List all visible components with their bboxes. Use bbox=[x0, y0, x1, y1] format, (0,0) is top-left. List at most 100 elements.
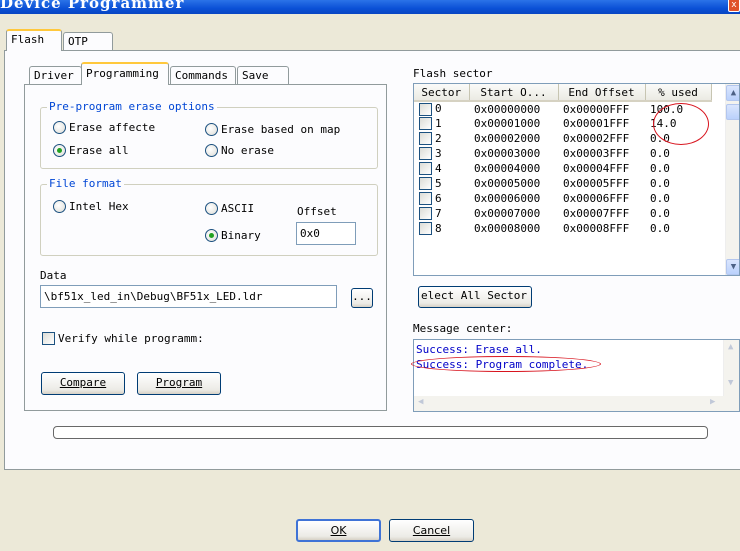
sector-number: 3 bbox=[435, 146, 442, 160]
radio-no-erase[interactable]: No erase bbox=[205, 144, 274, 157]
start-offset-cell: 0x00006000 bbox=[474, 192, 541, 205]
tab-driver[interactable]: Driver bbox=[29, 66, 82, 85]
percent-used-cell: 0.0 bbox=[650, 177, 670, 190]
message-line: Success: Erase all. bbox=[416, 343, 542, 356]
column-header-end-offset[interactable]: End Offset bbox=[558, 84, 646, 102]
start-offset-cell: 0x00005000 bbox=[474, 177, 541, 190]
sector-checkbox[interactable] bbox=[419, 192, 432, 206]
sector-checkbox[interactable] bbox=[419, 132, 432, 146]
tab-otp[interactable]: OTP bbox=[63, 32, 113, 51]
verify-label: Verify while programm: bbox=[58, 332, 204, 345]
table-row[interactable]: 4 0x00004000 0x00004FFF 0.0 bbox=[414, 161, 711, 176]
sector-number: 5 bbox=[435, 176, 442, 190]
start-offset-cell: 0x00008000 bbox=[474, 222, 541, 235]
radio-circle-selected bbox=[53, 144, 66, 157]
sector-checkbox[interactable] bbox=[419, 147, 432, 161]
progress-bar bbox=[53, 426, 708, 439]
sector-number: 1 bbox=[435, 116, 442, 130]
start-offset-cell: 0x00004000 bbox=[474, 162, 541, 175]
radio-circle bbox=[205, 123, 218, 136]
radio-erase-all[interactable]: Erase all bbox=[53, 144, 129, 157]
radio-erase-affected[interactable]: Erase affecte bbox=[53, 121, 155, 134]
sector-checkbox[interactable] bbox=[419, 177, 432, 191]
sector-checkbox[interactable] bbox=[419, 222, 432, 236]
table-row[interactable]: 5 0x00005000 0x00005FFF 0.0 bbox=[414, 176, 711, 191]
message-center-box[interactable]: Success: Erase all. Success: Program com… bbox=[413, 339, 740, 412]
table-row[interactable]: 7 0x00007000 0x00007FFF 0.0 bbox=[414, 206, 711, 221]
radio-circle bbox=[53, 121, 66, 134]
column-header-sector[interactable]: Sector bbox=[414, 84, 470, 102]
sector-number: 6 bbox=[435, 191, 442, 205]
end-offset-cell: 0x00002FFF bbox=[563, 132, 630, 145]
end-offset-cell: 0x00007FFF bbox=[563, 207, 630, 220]
scroll-down-icon[interactable]: ▼ bbox=[726, 259, 739, 275]
flash-sector-label: Flash sector bbox=[413, 67, 493, 80]
scroll-up-icon[interactable]: ▲ bbox=[728, 342, 733, 352]
sector-checkbox[interactable] bbox=[419, 102, 432, 116]
start-offset-cell: 0x00002000 bbox=[474, 132, 541, 145]
radio-intel-hex[interactable]: Intel Hex bbox=[53, 200, 129, 213]
offset-input[interactable]: 0x0 bbox=[296, 222, 356, 245]
end-offset-cell: 0x00005FFF bbox=[563, 177, 630, 190]
radio-binary[interactable]: Binary bbox=[205, 229, 261, 242]
sector-checkbox[interactable] bbox=[419, 162, 432, 176]
sector-number: 8 bbox=[435, 221, 442, 235]
sector-number: 0 bbox=[435, 102, 442, 116]
sector-checkbox[interactable] bbox=[419, 207, 432, 221]
percent-used-cell: 0.0 bbox=[650, 222, 670, 235]
start-offset-cell: 0x00003000 bbox=[474, 147, 541, 160]
column-header-percent-used[interactable]: % used bbox=[645, 84, 712, 102]
sector-number: 7 bbox=[435, 206, 442, 220]
flash-sector-scrollbar[interactable]: ▲ ▼ bbox=[725, 84, 739, 275]
annotation-circle-used bbox=[653, 103, 709, 145]
table-row[interactable]: 8 0x00008000 0x00008FFF 0.0 bbox=[414, 221, 711, 236]
ok-button[interactable]: OK bbox=[296, 519, 381, 542]
tab-commands[interactable]: Commands bbox=[170, 66, 236, 85]
browse-button[interactable]: ... bbox=[351, 288, 373, 308]
cancel-button[interactable]: Cancel bbox=[389, 519, 474, 542]
end-offset-cell: 0x00006FFF bbox=[563, 192, 630, 205]
scroll-thumb[interactable] bbox=[726, 104, 739, 120]
file-format-legend: File format bbox=[47, 177, 124, 190]
sector-checkbox[interactable] bbox=[419, 117, 432, 131]
column-header-start-offset[interactable]: Start O... bbox=[469, 84, 559, 102]
percent-used-cell: 0.0 bbox=[650, 147, 670, 160]
scroll-down-icon[interactable]: ▼ bbox=[728, 378, 733, 388]
table-row[interactable]: 6 0x00006000 0x00006FFF 0.0 bbox=[414, 191, 711, 206]
end-offset-cell: 0x00008FFF bbox=[563, 222, 630, 235]
verify-checkbox[interactable]: Verify while programm: bbox=[42, 332, 204, 345]
sector-number: 4 bbox=[435, 161, 442, 175]
program-button[interactable]: Program bbox=[137, 372, 221, 395]
close-icon[interactable]: x bbox=[728, 0, 740, 12]
percent-used-cell: 0.0 bbox=[650, 207, 670, 220]
start-offset-cell: 0x00007000 bbox=[474, 207, 541, 220]
annotation-circle-message bbox=[411, 356, 601, 372]
title-bar: Device Programmer x bbox=[0, 0, 740, 14]
end-offset-cell: 0x00001FFF bbox=[563, 117, 630, 130]
checkbox-box bbox=[42, 332, 55, 345]
percent-used-cell: 0.0 bbox=[650, 192, 670, 205]
data-path-input[interactable]: \bf51x_led_in\Debug\BF51x_LED.ldr bbox=[40, 285, 337, 308]
preprogram-erase-group: Pre-program erase options bbox=[40, 100, 378, 169]
radio-erase-based-on-map[interactable]: Erase based on map bbox=[205, 123, 340, 136]
scroll-right-icon[interactable]: ▶ bbox=[710, 397, 715, 407]
end-offset-cell: 0x00003FFF bbox=[563, 147, 630, 160]
message-hscrollbar[interactable]: ◀ ▶ bbox=[414, 396, 739, 411]
radio-circle bbox=[205, 144, 218, 157]
compare-button[interactable]: Compare bbox=[41, 372, 125, 395]
preprogram-erase-legend: Pre-program erase options bbox=[47, 100, 217, 113]
radio-circle-selected bbox=[205, 229, 218, 242]
table-row[interactable]: 3 0x00003000 0x00003FFF 0.0 bbox=[414, 146, 711, 161]
scroll-left-icon[interactable]: ◀ bbox=[418, 397, 423, 407]
message-vscrollbar[interactable]: ▲ ▼ bbox=[723, 340, 739, 396]
start-offset-cell: 0x00000000 bbox=[474, 102, 541, 116]
tab-save[interactable]: Save bbox=[237, 66, 289, 85]
start-offset-cell: 0x00001000 bbox=[474, 117, 541, 130]
tab-programming[interactable]: Programming bbox=[81, 62, 169, 85]
select-all-sectors-button[interactable]: elect All Sector bbox=[418, 286, 532, 308]
tab-flash[interactable]: Flash bbox=[6, 29, 62, 51]
scroll-up-icon[interactable]: ▲ bbox=[726, 85, 739, 101]
programming-panel: Pre-program erase options Erase affecte … bbox=[24, 84, 387, 411]
sector-number: 2 bbox=[435, 131, 442, 145]
radio-ascii[interactable]: ASCII bbox=[205, 202, 254, 215]
